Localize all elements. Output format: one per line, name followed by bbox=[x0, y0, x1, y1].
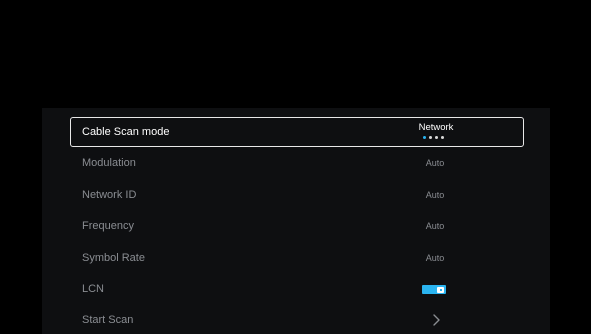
cable-scan-mode-row[interactable]: Cable Scan mode Network bbox=[70, 117, 524, 147]
lcn-row[interactable]: LCN bbox=[70, 274, 524, 304]
cable-scan-mode-label: Cable Scan mode bbox=[82, 126, 170, 138]
lcn-toggle[interactable] bbox=[422, 285, 446, 294]
frequency-row[interactable]: Frequency Auto bbox=[70, 211, 524, 241]
network-id-label: Network ID bbox=[82, 189, 137, 201]
cable-scan-mode-value: Network bbox=[418, 122, 454, 133]
chevron-right-icon bbox=[433, 314, 440, 326]
tv-screen: Cable Scan mode Network Modulation Auto … bbox=[0, 0, 591, 334]
start-scan-label: Start Scan bbox=[82, 314, 134, 326]
lcn-label: LCN bbox=[82, 283, 105, 295]
modulation-label: Modulation bbox=[82, 157, 136, 169]
toggle-knob bbox=[437, 286, 444, 293]
symbol-rate-label: Symbol Rate bbox=[82, 252, 145, 264]
option-indicator-dots bbox=[423, 136, 444, 139]
option-dot-4 bbox=[441, 136, 444, 139]
modulation-value: Auto bbox=[425, 158, 445, 168]
frequency-value: Auto bbox=[425, 221, 445, 231]
modulation-row[interactable]: Modulation Auto bbox=[70, 148, 524, 178]
network-id-row[interactable]: Network ID Auto bbox=[70, 180, 524, 210]
frequency-label: Frequency bbox=[82, 220, 134, 232]
start-scan-row[interactable]: Start Scan bbox=[70, 305, 524, 334]
symbol-rate-value: Auto bbox=[425, 253, 445, 263]
network-id-value: Auto bbox=[425, 190, 445, 200]
option-dot-3 bbox=[435, 136, 438, 139]
option-dot-2 bbox=[429, 136, 432, 139]
symbol-rate-row[interactable]: Symbol Rate Auto bbox=[70, 243, 524, 273]
option-dot-1 bbox=[423, 136, 426, 139]
